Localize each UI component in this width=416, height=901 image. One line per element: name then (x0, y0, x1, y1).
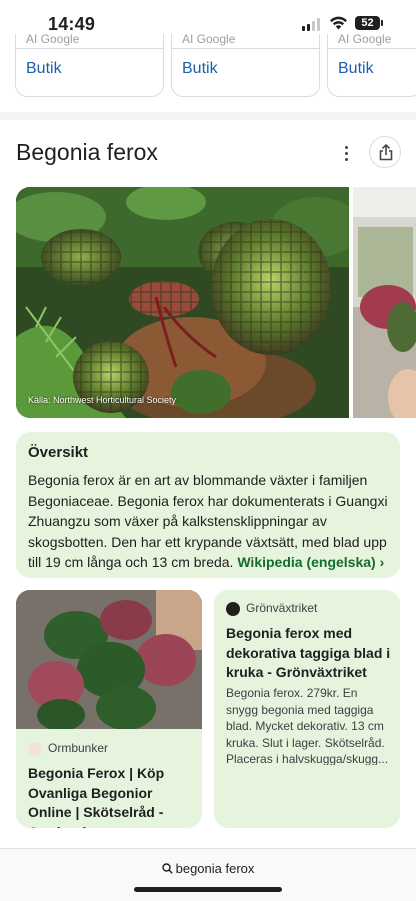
shop-button[interactable]: Butik (182, 60, 218, 78)
battery-cap (381, 20, 383, 26)
knowledge-panel-title: Begonia ferox (16, 139, 158, 165)
shop-carousel: AI Google Butik AI Google Butik AI Googl… (0, 32, 416, 102)
wifi-icon (330, 16, 347, 30)
shop-button[interactable]: Butik (26, 60, 62, 78)
cellular-signal-icon (302, 18, 322, 31)
result-snippet: Begonia ferox. 279kr. En snygg begonia m… (226, 686, 389, 765)
ormbunker-favicon-icon (28, 741, 42, 756)
battery-level: 52 (361, 17, 374, 29)
result-source: Grönväxtriket (226, 601, 317, 617)
divider (16, 48, 163, 49)
plant-image[interactable] (16, 187, 349, 418)
wikipedia-link[interactable]: Wikipedia (engelska) › (237, 554, 384, 570)
overview-panel: Översikt Begonia ferox är en art av blom… (16, 432, 400, 578)
home-indicator[interactable] (134, 887, 282, 892)
shop-button[interactable]: Butik (338, 60, 374, 78)
result-source-name: Ormbunker (48, 741, 109, 755)
plant-image-secondary[interactable] (353, 187, 416, 418)
result-thumbnail (16, 590, 202, 731)
shop-card[interactable]: AI Google Butik (15, 32, 164, 97)
result-source: Ormbunker (28, 741, 108, 757)
result-card[interactable]: Ormbunker Begonia Ferox | Köp Ovanliga B… (16, 590, 202, 828)
result-source-name: Grönväxtriket (246, 601, 318, 615)
shop-card-source: AI Google (338, 32, 392, 46)
gronvaxtriket-favicon-icon (226, 601, 240, 616)
result-card[interactable]: Grönväxtriket Begonia ferox med dekorati… (214, 590, 400, 828)
shop-card-source: AI Google (182, 32, 236, 46)
search-query-text: begonia ferox (175, 861, 255, 876)
search-icon (161, 863, 173, 874)
more-options-icon[interactable] (340, 145, 354, 163)
shop-card[interactable]: AI Google Butik (171, 32, 320, 97)
bottom-search-bar[interactable]: begonia ferox (0, 848, 416, 901)
divider (328, 48, 416, 49)
battery-icon: 52 (355, 16, 380, 30)
shop-card[interactable]: AI Google Butik (327, 32, 416, 97)
divider (172, 48, 319, 49)
share-button[interactable] (369, 136, 401, 168)
overview-heading: Översikt (28, 444, 89, 461)
result-title[interactable]: Begonia Ferox | Köp Ovanliga Begonior On… (28, 764, 196, 828)
image-source-caption: Källa: Northwest Horticultural Society (28, 395, 177, 405)
result-title[interactable]: Begonia ferox med dekorativa taggiga bla… (226, 624, 392, 683)
search-query[interactable]: begonia ferox (0, 861, 416, 876)
share-icon (379, 144, 393, 161)
overview-text: Begonia ferox är en art av blommande väx… (28, 470, 390, 573)
shop-card-source: AI Google (26, 32, 80, 46)
section-divider (0, 112, 416, 120)
